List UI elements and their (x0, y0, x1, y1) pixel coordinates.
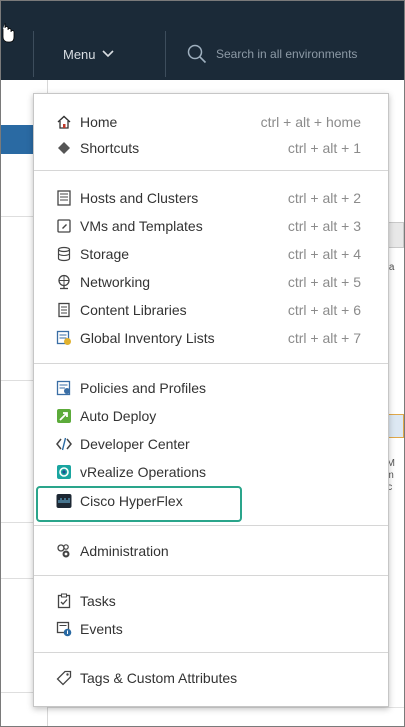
tasks-icon (56, 593, 72, 609)
top-navigation-bar: Menu Search in all environments (1, 1, 404, 80)
content-divider (48, 707, 404, 708)
header-separator (33, 31, 34, 77)
menu-item-policies-profiles[interactable]: Policies and Profiles (56, 375, 386, 401)
search-placeholder: Search in all environments (216, 47, 358, 61)
auto-deploy-icon (56, 408, 72, 424)
menu-item-storage[interactable]: Storage ctrl + alt + 4 (56, 241, 386, 267)
content-libraries-icon (56, 302, 72, 318)
menu-item-tasks[interactable]: Tasks (56, 588, 386, 614)
menu-divider (34, 525, 388, 526)
events-icon (56, 621, 72, 637)
menu-divider (34, 652, 388, 653)
home-icon (56, 114, 72, 130)
menu-button[interactable]: Menu (55, 35, 122, 73)
menu-button-label: Menu (63, 46, 96, 62)
administration-icon (56, 543, 72, 559)
hand-cursor-icon (2, 23, 15, 43)
policies-icon (56, 380, 72, 396)
menu-item-content-libraries[interactable]: Content Libraries ctrl + alt + 6 (56, 297, 386, 323)
menu-divider (34, 575, 388, 576)
networking-icon (56, 274, 72, 290)
menu-item-vms-templates[interactable]: VMs and Templates ctrl + alt + 3 (56, 213, 386, 239)
search-box[interactable]: Search in all environments (187, 37, 357, 71)
menu-item-vrealize-operations[interactable]: vRealize Operations (56, 459, 386, 485)
vrealize-icon (56, 464, 72, 480)
menu-item-networking[interactable]: Networking ctrl + alt + 5 (56, 269, 386, 295)
shortcuts-icon (56, 140, 72, 156)
header-separator (165, 31, 166, 77)
developer-center-icon (56, 436, 72, 452)
menu-divider (34, 363, 388, 364)
tags-icon (56, 670, 72, 686)
hosts-clusters-icon (56, 190, 72, 206)
menu-item-home[interactable]: Home ctrl + alt + home (56, 109, 386, 135)
menu-item-hosts-clusters[interactable]: Hosts and Clusters ctrl + alt + 2 (56, 185, 386, 211)
menu-item-global-inventory[interactable]: Global Inventory Lists ctrl + alt + 7 (56, 325, 386, 351)
menu-item-events[interactable]: Events (56, 616, 386, 642)
menu-item-administration[interactable]: Administration (56, 538, 386, 564)
menu-item-auto-deploy[interactable]: Auto Deploy (56, 403, 386, 429)
menu-item-tags-attributes[interactable]: Tags & Custom Attributes (56, 665, 386, 691)
menu-item-shortcuts[interactable]: Shortcuts ctrl + alt + 1 (56, 135, 386, 161)
cisco-hyperflex-highlight (36, 486, 242, 522)
chevron-down-icon (101, 50, 114, 58)
vm-templates-icon (56, 218, 72, 234)
search-icon (187, 44, 207, 64)
menu-divider (34, 170, 388, 171)
storage-icon (56, 246, 72, 262)
menu-item-developer-center[interactable]: Developer Center (56, 431, 386, 457)
main-menu-dropdown: Home ctrl + alt + home Shortcuts ctrl + … (33, 93, 389, 707)
global-inventory-icon (56, 330, 72, 346)
